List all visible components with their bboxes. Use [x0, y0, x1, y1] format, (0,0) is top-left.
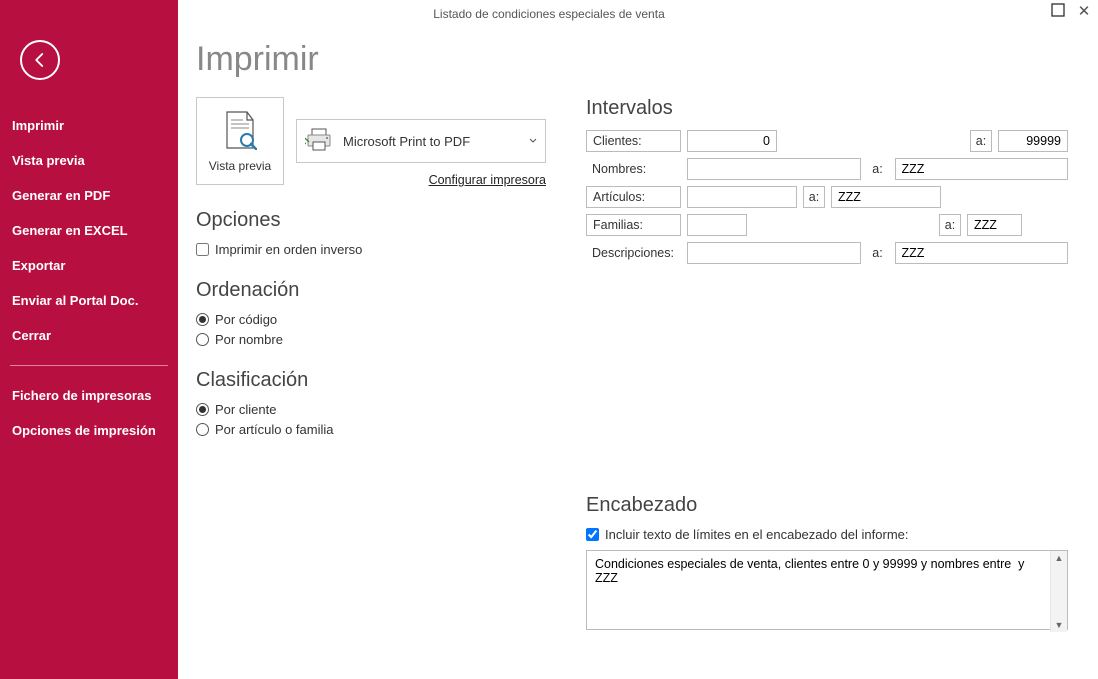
- a-label: a:: [970, 130, 992, 152]
- clasificacion-opt-0: Por cliente: [215, 402, 276, 417]
- clasificacion-opt-1: Por artículo o familia: [215, 422, 334, 437]
- radio-icon: [196, 313, 209, 326]
- include-header-label: Incluir texto de límites en el encabezad…: [605, 527, 909, 542]
- sidebar-item-imprimir[interactable]: Imprimir: [0, 108, 178, 143]
- maximize-icon[interactable]: [1050, 2, 1066, 21]
- sidebar-item-generar-excel[interactable]: Generar en EXCEL: [0, 213, 178, 248]
- clientes-from-input[interactable]: [687, 130, 777, 152]
- page-title: Imprimir: [196, 40, 1068, 79]
- vista-previa-label: Vista previa: [209, 159, 271, 173]
- chevron-down-icon: [529, 137, 537, 145]
- a-label: a:: [939, 214, 961, 236]
- familias-label: Familias:: [586, 214, 681, 236]
- inverse-checkbox-row[interactable]: Imprimir en orden inverso: [196, 242, 546, 257]
- encabezado-heading: Encabezado: [586, 494, 1068, 517]
- sidebar-item-fichero-impresoras[interactable]: Fichero de impresoras: [0, 378, 178, 413]
- ordenacion-opt-1: Por nombre: [215, 332, 283, 347]
- nombres-from-input[interactable]: [687, 158, 861, 180]
- sidebar-item-enviar-portal[interactable]: Enviar al Portal Doc.: [0, 283, 178, 318]
- sidebar-item-exportar[interactable]: Exportar: [0, 248, 178, 283]
- a-label: a:: [867, 242, 889, 264]
- clientes-label: Clientes:: [586, 130, 681, 152]
- descripciones-to-input[interactable]: [895, 242, 1069, 264]
- radio-icon: [196, 333, 209, 346]
- descripciones-label: Descripciones:: [586, 242, 681, 264]
- sidebar: Imprimir Vista previa Generar en PDF Gen…: [0, 0, 178, 679]
- intervalos-heading: Intervalos: [586, 97, 1068, 120]
- sidebar-item-opciones-impresion[interactable]: Opciones de impresión: [0, 413, 178, 448]
- ordenacion-por-nombre[interactable]: Por nombre: [196, 332, 546, 347]
- sidebar-separator: [10, 365, 168, 366]
- configurar-impresora-link[interactable]: Configurar impresora: [296, 173, 546, 187]
- document-preview-icon: [223, 110, 257, 153]
- include-header-row[interactable]: Incluir texto de límites en el encabezad…: [586, 527, 1068, 542]
- familias-from-input[interactable]: [687, 214, 747, 236]
- clientes-to-input[interactable]: [998, 130, 1068, 152]
- sidebar-item-generar-pdf[interactable]: Generar en PDF: [0, 178, 178, 213]
- close-icon[interactable]: ✕: [1076, 6, 1092, 18]
- scroll-down-icon[interactable]: ▼: [1055, 620, 1064, 630]
- back-button[interactable]: [20, 40, 60, 80]
- sidebar-item-vista-previa[interactable]: Vista previa: [0, 143, 178, 178]
- printer-icon: [305, 128, 333, 155]
- ordenacion-heading: Ordenación: [196, 279, 546, 302]
- textarea-scrollbar[interactable]: ▲ ▼: [1050, 551, 1067, 632]
- clasificacion-heading: Clasificación: [196, 369, 546, 392]
- descripciones-from-input[interactable]: [687, 242, 861, 264]
- clasificacion-por-cliente[interactable]: Por cliente: [196, 402, 546, 417]
- nombres-label: Nombres:: [586, 158, 681, 180]
- articulos-to-input[interactable]: [831, 186, 941, 208]
- sidebar-item-cerrar[interactable]: Cerrar: [0, 318, 178, 353]
- printer-name: Microsoft Print to PDF: [343, 134, 470, 149]
- radio-icon: [196, 423, 209, 436]
- encabezado-textarea[interactable]: [586, 550, 1068, 630]
- a-label: a:: [803, 186, 825, 208]
- ordenacion-por-codigo[interactable]: Por código: [196, 312, 546, 327]
- include-header-checkbox[interactable]: [586, 528, 599, 541]
- window-title: Listado de condiciones especiales de ven…: [433, 7, 665, 21]
- clasificacion-por-articulo[interactable]: Por artículo o familia: [196, 422, 546, 437]
- articulos-from-input[interactable]: [687, 186, 797, 208]
- scroll-up-icon[interactable]: ▲: [1055, 553, 1064, 563]
- printer-select[interactable]: Microsoft Print to PDF: [296, 119, 546, 163]
- inverse-checkbox[interactable]: [196, 243, 209, 256]
- familias-to-input[interactable]: [967, 214, 1022, 236]
- ordenacion-opt-0: Por código: [215, 312, 277, 327]
- radio-icon: [196, 403, 209, 416]
- inverse-checkbox-label: Imprimir en orden inverso: [215, 242, 362, 257]
- opciones-heading: Opciones: [196, 209, 546, 232]
- a-label: a:: [867, 158, 889, 180]
- articulos-label: Artículos:: [586, 186, 681, 208]
- nombres-to-input[interactable]: [895, 158, 1069, 180]
- vista-previa-button[interactable]: Vista previa: [196, 97, 284, 185]
